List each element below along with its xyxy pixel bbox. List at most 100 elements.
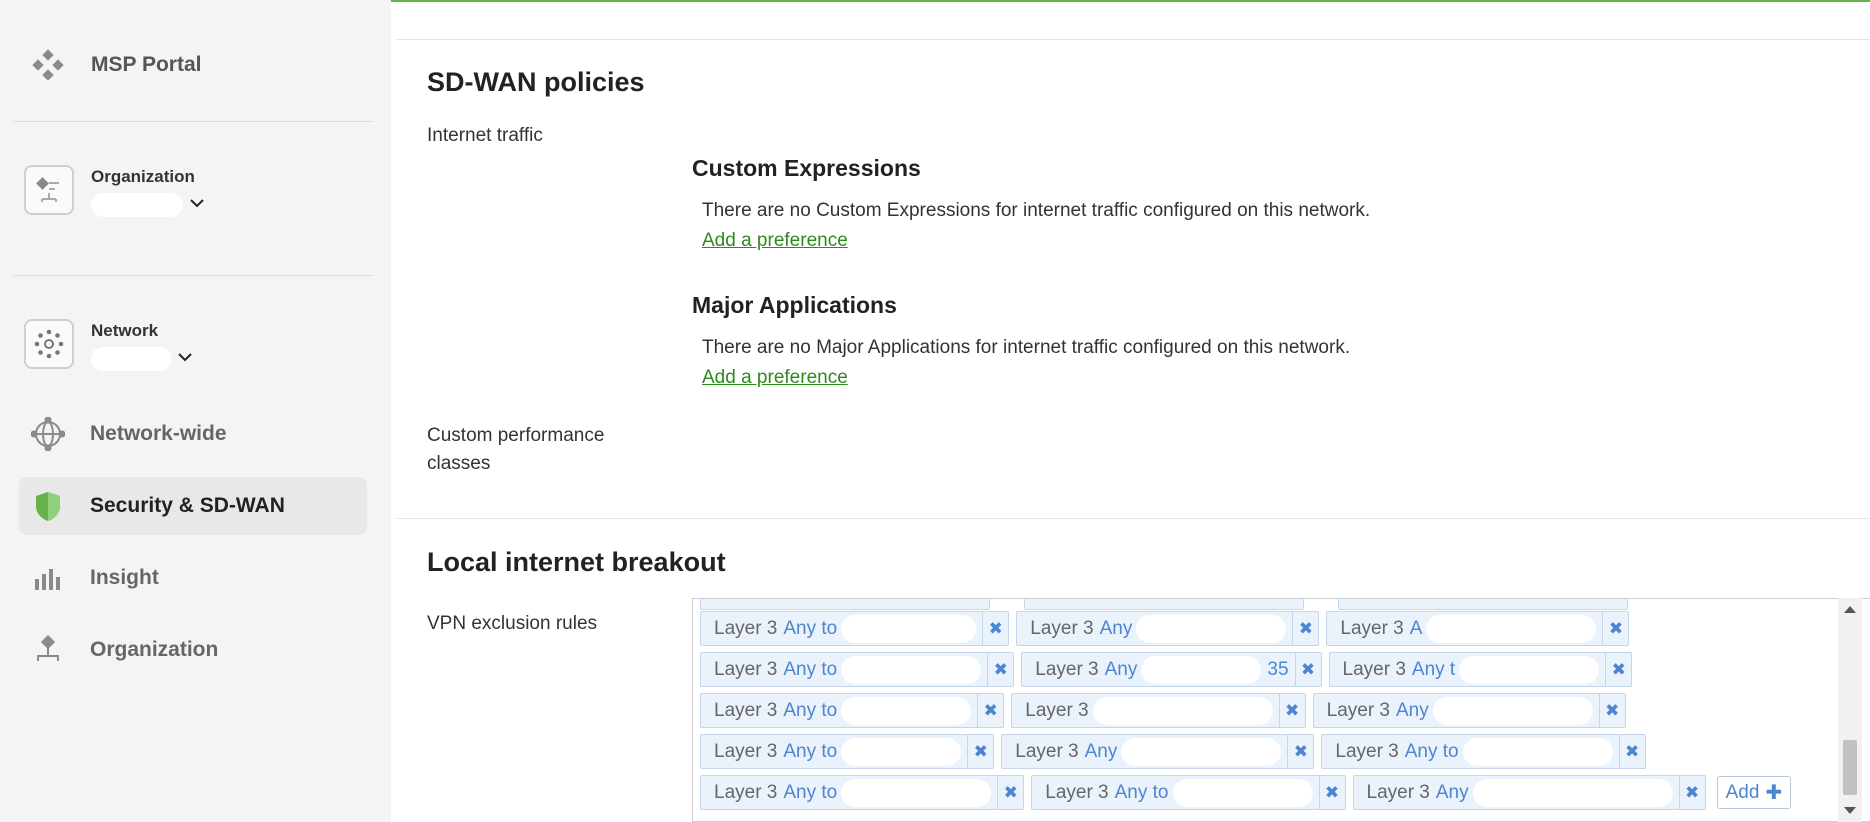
rule-chip[interactable]: Layer 3 Any 35 ✖ bbox=[1021, 652, 1322, 687]
shield-icon bbox=[31, 489, 65, 523]
rule-chip[interactable]: Layer 3 Any to ✖ bbox=[700, 611, 1010, 646]
sidebar-item-network-wide[interactable]: Network-wide bbox=[19, 405, 367, 463]
msp-portal-icon bbox=[30, 47, 66, 83]
rule-condition: Any t bbox=[1411, 658, 1456, 680]
remove-rule-icon[interactable]: ✖ bbox=[1318, 776, 1345, 809]
rule-chip-row: Layer 3 Any to ✖ Layer 3 Any ✖ Layer 3 A ✖ bbox=[700, 611, 1850, 646]
rule-chip[interactable]: Layer 3 Any ✖ bbox=[1352, 775, 1706, 810]
sidebar-item-label: Organization bbox=[90, 638, 219, 661]
bar-chart-icon bbox=[31, 561, 65, 595]
remove-rule-icon[interactable]: ✖ bbox=[1287, 735, 1313, 768]
section-divider bbox=[397, 39, 1870, 40]
chevron-down-icon[interactable] bbox=[177, 350, 193, 368]
rule-chip[interactable]: Layer 3 Any ✖ bbox=[1312, 693, 1626, 728]
scroll-up-arrow-icon[interactable] bbox=[1844, 606, 1856, 613]
sidebar-divider bbox=[13, 275, 373, 276]
scroll-down-arrow-icon[interactable] bbox=[1844, 807, 1856, 814]
organization-scope-icon bbox=[24, 165, 74, 215]
rule-protocol: Layer 3 bbox=[714, 740, 778, 762]
redacted-destination bbox=[1092, 696, 1273, 725]
rule-protocol: Layer 3 bbox=[1326, 699, 1390, 721]
remove-rule-icon[interactable]: ✖ bbox=[982, 612, 1008, 645]
rule-chip[interactable]: Layer 3 Any to ✖ bbox=[1031, 775, 1346, 810]
rule-chip[interactable]: Layer 3 A ✖ bbox=[1326, 611, 1630, 646]
sidebar: MSP Portal Organization Network Network-… bbox=[0, 0, 391, 822]
redacted-destination bbox=[1426, 614, 1597, 643]
redacted-destination bbox=[1172, 778, 1313, 807]
sidebar-item-organization[interactable]: Organization bbox=[19, 621, 367, 679]
remove-rule-icon[interactable]: ✖ bbox=[1598, 694, 1625, 727]
rule-chip[interactable]: Layer 3 Any to ✖ bbox=[700, 652, 1015, 687]
scrolled-row bbox=[700, 599, 1662, 610]
remove-rule-icon[interactable]: ✖ bbox=[1278, 694, 1305, 727]
rule-chip[interactable]: Layer 3 ✖ bbox=[1011, 693, 1306, 728]
rule-chip[interactable]: Layer 3 Any ✖ bbox=[1016, 611, 1320, 646]
sidebar-item-label: Network-wide bbox=[90, 422, 227, 445]
major-applications-empty-text: There are no Major Applications for inte… bbox=[702, 337, 1351, 358]
rule-condition: Any to bbox=[783, 781, 838, 803]
rule-condition: Any to bbox=[783, 740, 838, 762]
rule-protocol: Layer 3 bbox=[1366, 781, 1430, 803]
sidebar-item-security-sdwan[interactable]: Security & SD-WAN bbox=[19, 477, 367, 535]
scroll-thumb[interactable] bbox=[1843, 740, 1857, 795]
remove-rule-icon[interactable]: ✖ bbox=[997, 776, 1023, 809]
rule-chip-row: Layer 3 Any to ✖ Layer 3 Any 35 ✖ Layer 3 Any t ✖ bbox=[700, 652, 1850, 687]
custom-expressions-empty-text: There are no Custom Expressions for inte… bbox=[702, 200, 1371, 221]
rule-chip[interactable] bbox=[700, 599, 990, 610]
rule-chip[interactable]: Layer 3 Any ✖ bbox=[1001, 734, 1315, 769]
rule-protocol: Layer 3 bbox=[1335, 740, 1399, 762]
add-custom-expression-link[interactable]: Add a preference bbox=[702, 230, 848, 252]
network-selector[interactable]: Network bbox=[24, 319, 193, 371]
section-divider bbox=[397, 518, 1870, 519]
rule-chip[interactable]: Layer 3 Any t ✖ bbox=[1328, 652, 1633, 687]
msp-portal-link[interactable]: MSP Portal bbox=[30, 47, 201, 83]
remove-rule-icon[interactable]: ✖ bbox=[1294, 653, 1321, 686]
rules-scrollbar[interactable] bbox=[1838, 598, 1862, 822]
rule-protocol: Layer 3 bbox=[1015, 740, 1079, 762]
remove-rule-icon[interactable]: ✖ bbox=[1678, 776, 1705, 809]
rule-chips-container: Layer 3 Any to ✖ Layer 3 Any ✖ Layer 3 A ✖ Layer … bbox=[700, 611, 1850, 816]
rule-condition: Any bbox=[1084, 740, 1118, 762]
rule-condition: Any bbox=[1099, 617, 1133, 639]
redacted-destination bbox=[841, 614, 977, 643]
remove-rule-icon[interactable]: ✖ bbox=[987, 653, 1013, 686]
rule-condition: Any to bbox=[783, 617, 838, 639]
rule-chip[interactable] bbox=[1024, 599, 1304, 610]
rule-condition: Any bbox=[1104, 658, 1138, 680]
rule-protocol: Layer 3 bbox=[1342, 658, 1406, 680]
rule-chip[interactable]: Layer 3 Any to ✖ bbox=[700, 734, 995, 769]
organization-scope-title: Organization bbox=[91, 167, 195, 186]
rule-protocol: Layer 3 bbox=[714, 617, 778, 639]
redacted-destination bbox=[1459, 655, 1600, 684]
rule-condition: Any bbox=[1435, 781, 1469, 803]
chevron-down-icon[interactable] bbox=[189, 196, 205, 214]
rule-protocol: Layer 3 bbox=[1035, 658, 1099, 680]
rule-protocol: Layer 3 bbox=[714, 699, 778, 721]
sidebar-item-label: Insight bbox=[90, 566, 159, 589]
organization-selector[interactable]: Organization bbox=[24, 165, 205, 217]
rule-chip-row: Layer 3 Any to ✖ Layer 3 Any ✖ Layer 3 Any to ✖ bbox=[700, 734, 1850, 769]
rule-chip[interactable]: Layer 3 Any to ✖ bbox=[700, 693, 1005, 728]
remove-rule-icon[interactable]: ✖ bbox=[1602, 612, 1628, 645]
vpn-exclusion-rules-list[interactable]: Layer 3 Any to ✖ Layer 3 Any ✖ Layer 3 A ✖ Layer … bbox=[692, 598, 1870, 822]
rule-chip[interactable]: Layer 3 Any to ✖ bbox=[1321, 734, 1646, 769]
redacted-destination bbox=[1432, 696, 1593, 725]
add-rule-button[interactable]: Add ✚ bbox=[1716, 776, 1792, 809]
redacted-destination bbox=[1136, 614, 1287, 643]
remove-rule-icon[interactable]: ✖ bbox=[967, 735, 993, 768]
remove-rule-icon[interactable]: ✖ bbox=[977, 694, 1003, 727]
rule-protocol: Layer 3 bbox=[1340, 617, 1404, 639]
add-major-application-link[interactable]: Add a preference bbox=[702, 367, 848, 389]
redacted-destination bbox=[841, 737, 962, 766]
remove-rule-icon[interactable]: ✖ bbox=[1605, 653, 1631, 686]
rule-protocol: Layer 3 bbox=[1025, 699, 1089, 721]
remove-rule-icon[interactable]: ✖ bbox=[1292, 612, 1318, 645]
rule-chip-row: Layer 3 Any to ✖ Layer 3 ✖ Layer 3 Any ✖ bbox=[700, 693, 1850, 728]
redacted-destination bbox=[1141, 655, 1262, 684]
add-rule-label: Add bbox=[1725, 781, 1760, 803]
remove-rule-icon[interactable]: ✖ bbox=[1618, 735, 1645, 768]
sidebar-item-insight[interactable]: Insight bbox=[19, 549, 367, 607]
rule-condition: A bbox=[1409, 617, 1423, 639]
rule-chip[interactable] bbox=[1338, 599, 1628, 610]
rule-chip[interactable]: Layer 3 Any to ✖ bbox=[700, 775, 1025, 810]
